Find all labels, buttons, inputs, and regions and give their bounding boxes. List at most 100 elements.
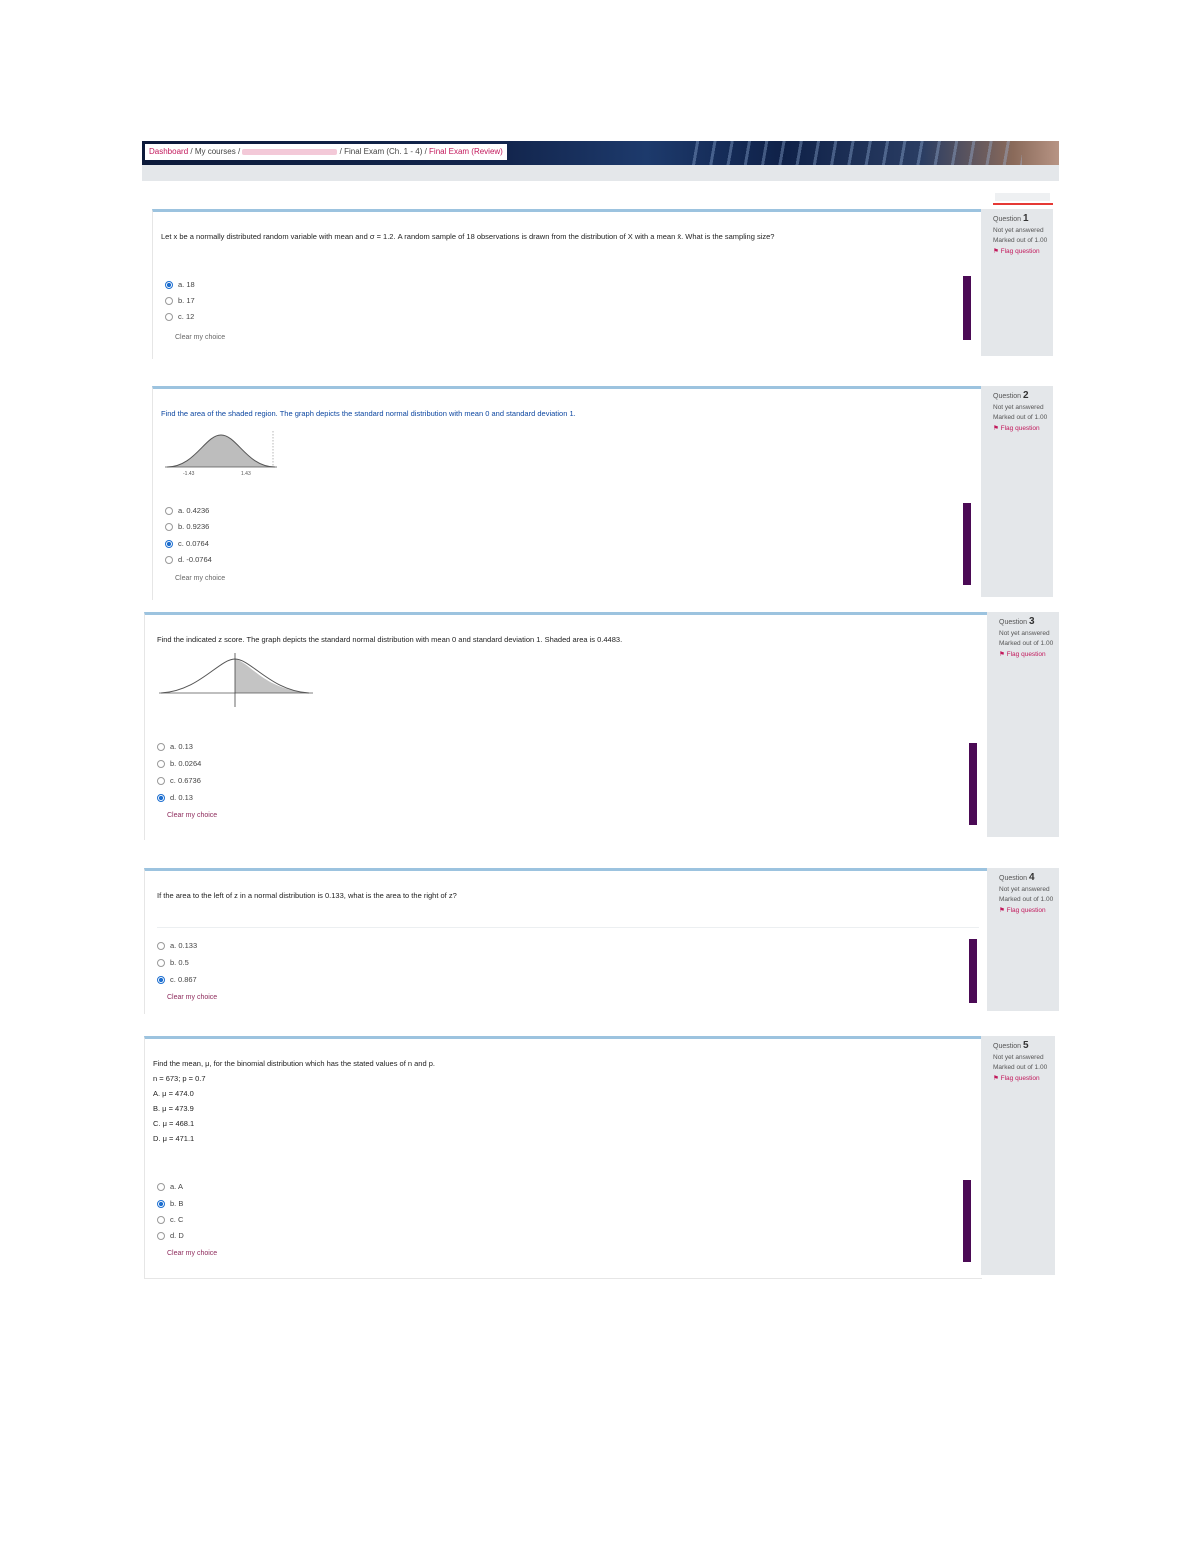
option-a[interactable]: a. 0.13 [157,742,193,752]
radio-button[interactable] [157,794,165,803]
shaded-region [235,659,309,693]
question-text: Let x be a normally distributed random v… [161,232,775,241]
breadcrumb-review[interactable]: Final Exam (Review) [429,147,503,156]
radio-button[interactable] [157,976,165,985]
option-c[interactable]: c. 12 [165,312,194,322]
breadcrumb-my-courses[interactable]: My courses [195,147,236,156]
radio-button[interactable] [157,942,165,951]
option-c[interactable]: c. 0.867 [157,975,197,985]
clear-choice-link[interactable]: Clear my choice [175,334,225,341]
question-status: Not yet answered [999,886,1050,893]
radio-button[interactable] [165,507,173,516]
question-content: Find the indicated z score. The graph de… [144,612,988,840]
progress-marker [963,503,971,585]
flag-icon: ⚑ [993,248,999,255]
radio-button[interactable] [165,313,173,322]
question-choices: n = 673; p = 0.7 A. μ = 474.0 B. μ = 473… [153,1071,206,1146]
flag-question-link[interactable]: ⚑ Flag question [999,906,1059,914]
clear-choice-link[interactable]: Clear my choice [167,1250,217,1257]
radio-button[interactable] [157,1183,165,1192]
option-d[interactable]: d. 0.13 [157,793,193,803]
option-b[interactable]: b. B [157,1199,183,1209]
quiz-navigation-underline [993,203,1053,205]
question-number: 3 [1028,616,1035,627]
radio-button[interactable] [157,1200,165,1209]
choice-c: C. μ = 468.1 [153,1119,195,1128]
question-info: Question 5 Not yet answered Marked out o… [981,1036,1055,1275]
option-c[interactable]: c. 0.0764 [165,539,209,549]
flag-icon: ⚑ [999,907,1005,914]
question-status: Not yet answered [993,1054,1044,1061]
option-d[interactable]: d. -0.0764 [165,555,212,565]
question-content: If the area to the left of z in a normal… [144,868,988,1014]
radio-button[interactable] [157,1216,165,1225]
question-mark: Marked out of 1.00 [999,640,1054,647]
question-text: Find the area of the shaded region. The … [161,409,576,418]
option-c[interactable]: c. 0.6736 [157,776,201,786]
breadcrumb-course-redacted[interactable] [242,148,338,155]
given-values: n = 673; p = 0.7 [153,1074,206,1083]
radio-button[interactable] [165,523,173,532]
radio-button[interactable] [165,297,173,306]
radio-button[interactable] [157,1232,165,1241]
question-mark: Marked out of 1.00 [999,896,1054,903]
option-d[interactable]: d. D [157,1231,184,1241]
option-b[interactable]: b. 0.5 [157,958,189,968]
breadcrumb-dashboard[interactable]: Dashboard [149,147,188,156]
clear-choice-link[interactable]: Clear my choice [167,812,217,819]
flag-question-link[interactable]: ⚑ Flag question [993,247,1053,255]
question-number: 2 [1022,390,1029,401]
radio-button[interactable] [165,540,173,549]
option-a[interactable]: a. A [157,1182,183,1192]
flag-icon: ⚑ [993,425,999,432]
choice-b: B. μ = 473.9 [153,1104,194,1113]
question-mark: Marked out of 1.00 [993,414,1048,421]
option-b[interactable]: b. 17 [165,296,195,306]
progress-marker [963,276,971,340]
option-a[interactable]: a. 0.133 [157,941,197,951]
progress-marker [963,1180,971,1262]
option-a[interactable]: a. 0.4236 [165,506,209,516]
question-status: Not yet answered [999,630,1050,637]
quiz-navigation-title [995,193,1050,201]
radio-button[interactable] [157,959,165,968]
radio-button[interactable] [157,743,165,752]
question-content: Find the mean, μ, for the binomial distr… [144,1036,982,1279]
option-b[interactable]: b. 0.0264 [157,759,201,769]
radio-button[interactable] [157,760,165,769]
question-info: Question 1 Not yet answered Marked out o… [981,209,1053,356]
breadcrumb: Dashboard / My courses / / Final Exam (C… [145,144,507,160]
choice-d: D. μ = 471.1 [153,1134,195,1143]
flag-question-link[interactable]: ⚑ Flag question [999,650,1059,658]
question-info: Question 3 Not yet answered Marked out o… [987,612,1059,837]
progress-marker [969,743,977,825]
flag-question-link[interactable]: ⚑ Flag question [993,1074,1055,1082]
breadcrumb-quiz[interactable]: Final Exam (Ch. 1 - 4) [344,147,422,156]
question-mark: Marked out of 1.00 [993,1064,1048,1071]
banner-graphic [682,141,1022,165]
question-number: 4 [1028,872,1035,883]
question-text: Find the mean, μ, for the binomial distr… [153,1059,435,1068]
flag-icon: ⚑ [993,1075,999,1082]
option-a[interactable]: a. 18 [165,280,195,290]
flag-icon: ⚑ [999,651,1005,658]
question-text: If the area to the left of z in a normal… [157,891,457,900]
clear-choice-link[interactable]: Clear my choice [167,994,217,1001]
radio-button[interactable] [165,556,173,565]
question-info: Question 2 Not yet answered Marked out o… [981,386,1053,597]
shaded-region [167,435,275,467]
radio-button[interactable] [157,777,165,786]
question-content: Let x be a normally distributed random v… [152,209,982,359]
tick-label-left: -1.43 [183,471,195,477]
choice-a: A. μ = 474.0 [153,1089,194,1098]
divider [157,927,979,928]
option-c[interactable]: c. C [157,1215,183,1225]
header-banner: Dashboard / My courses / / Final Exam (C… [142,141,1059,165]
option-b[interactable]: b. 0.9236 [165,522,209,532]
clear-choice-link[interactable]: Clear my choice [175,575,225,582]
question-status: Not yet answered [993,227,1044,234]
flag-question-link[interactable]: ⚑ Flag question [993,424,1053,432]
question-number: 1 [1022,213,1029,224]
radio-button[interactable] [165,281,173,290]
question-text: Find the indicated z score. The graph de… [157,635,623,644]
